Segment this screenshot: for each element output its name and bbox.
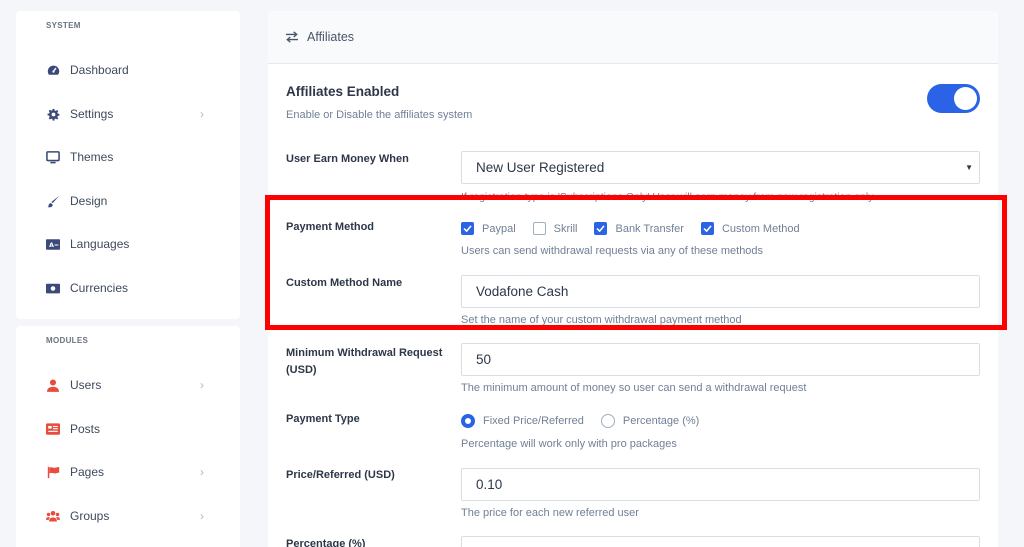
payment-type-options: Fixed Price/Referred Percentage (%) [461, 414, 699, 428]
affiliates-settings-card: Affiliates Affiliates Enabled Enable or … [268, 11, 998, 547]
svg-text:=: = [54, 242, 59, 249]
page-title: Affiliates [307, 30, 355, 44]
payment-option-paypal[interactable]: Paypal [461, 222, 516, 235]
checkbox-checked[interactable] [700, 222, 714, 235]
payment-method-options: Paypal Skrill Bank Transfer Custom Metho… [461, 222, 800, 235]
custom-method-name-help: Set the name of your custom withdrawal p… [461, 314, 742, 326]
input-value: 0.10 [476, 477, 503, 492]
sidebar-item-themes[interactable]: Themes [16, 142, 240, 172]
affiliates-enabled-title: Affiliates Enabled [286, 84, 400, 99]
option-label: Paypal [482, 222, 516, 235]
card-header: Affiliates [268, 11, 998, 64]
system-section-title: SYSTEM [46, 21, 81, 30]
percentage-input[interactable] [461, 536, 980, 547]
percentage-label: Percentage (%) [286, 538, 366, 547]
option-label: Percentage (%) [622, 415, 700, 427]
affiliates-enabled-help: Enable or Disable the affiliates system [286, 109, 473, 121]
chevron-right-icon: › [200, 509, 204, 523]
price-referred-help: The price for each new referred user [461, 507, 639, 519]
dashboard-icon [46, 63, 60, 77]
price-referred-label: Price/Referred (USD) [286, 469, 395, 481]
payment-type-fixed[interactable]: Fixed Price/Referred [461, 414, 584, 428]
brush-icon [46, 194, 60, 208]
checkbox-checked[interactable] [461, 222, 474, 235]
toggle-knob [954, 87, 977, 110]
min-withdrawal-help: The minimum amount of money so user can … [461, 382, 807, 394]
sidebar-item-label: Groups [70, 509, 110, 523]
sidebar-item-label: Users [70, 378, 102, 392]
exchange-icon [285, 30, 299, 44]
sidebar-item-settings[interactable]: Settings › [16, 99, 240, 129]
sidebar-item-label: Settings [70, 107, 114, 121]
sidebar-item-label: Dashboard [70, 63, 129, 77]
input-value: 50 [476, 352, 492, 367]
sidebar-modules-card: MODULES Users › Posts Pages › Groups › [16, 326, 240, 547]
flag-icon [46, 465, 60, 479]
posts-icon [46, 422, 60, 436]
payment-method-help: Users can send withdrawal requests via a… [461, 245, 764, 257]
gear-icon [46, 107, 60, 121]
chevron-right-icon: › [200, 107, 204, 121]
checkbox-checked[interactable] [594, 222, 608, 235]
option-label: Skrill [553, 222, 578, 235]
sidebar-item-posts[interactable]: Posts [16, 414, 240, 444]
language-icon: A = [46, 237, 60, 251]
chevron-right-icon: › [200, 465, 204, 479]
users-icon [46, 509, 60, 523]
user-icon [46, 378, 60, 392]
sidebar-item-dashboard[interactable]: Dashboard [16, 55, 240, 85]
option-label: Custom Method [721, 222, 800, 235]
radio-unselected[interactable] [600, 414, 615, 428]
sidebar-item-pages[interactable]: Pages › [16, 457, 240, 487]
money-icon [46, 281, 60, 295]
sidebar-item-currencies[interactable]: Currencies [16, 273, 240, 303]
min-withdrawal-input[interactable]: 50 [461, 343, 980, 376]
sidebar-item-label: Design [70, 194, 108, 208]
sidebar-item-groups[interactable]: Groups › [16, 501, 240, 531]
min-withdrawal-label-line2: (USD) [286, 364, 317, 376]
earn-money-selected-value: New User Registered [476, 160, 605, 175]
sidebar-item-label: Pages [70, 465, 105, 479]
affiliates-enabled-toggle[interactable] [927, 84, 980, 113]
input-value: Vodafone Cash [476, 284, 569, 299]
payment-option-custom-method[interactable]: Custom Method [700, 222, 800, 235]
custom-method-name-input[interactable]: Vodafone Cash [461, 275, 980, 308]
sidebar-item-label: Posts [70, 422, 101, 436]
sidebar-item-design[interactable]: Design [16, 186, 240, 216]
modules-section-title: MODULES [46, 336, 89, 345]
payment-type-help: Percentage will work only with pro packa… [461, 438, 677, 450]
sidebar-item-label: Languages [70, 237, 130, 251]
price-referred-input[interactable]: 0.10 [461, 468, 980, 501]
earn-money-select[interactable]: New User Registered ▼ [461, 151, 980, 184]
payment-type-label: Payment Type [286, 413, 360, 425]
chevron-right-icon: › [200, 378, 204, 392]
radio-selected[interactable] [461, 414, 475, 428]
sidebar-system-card: SYSTEM Dashboard Settings › Themes Desig… [16, 11, 240, 319]
checkbox-unchecked[interactable] [532, 222, 546, 235]
option-label: Fixed Price/Referred [483, 415, 584, 427]
min-withdrawal-label: Minimum Withdrawal Request (USD) [286, 345, 442, 379]
caret-down-icon: ▼ [965, 163, 973, 172]
custom-method-name-label: Custom Method Name [286, 277, 403, 289]
sidebar-item-users[interactable]: Users › [16, 370, 240, 400]
payment-option-bank-transfer[interactable]: Bank Transfer [594, 222, 684, 235]
min-withdrawal-label-line1: Minimum Withdrawal Request [286, 347, 443, 359]
sidebar-item-languages[interactable]: A = Languages [16, 229, 240, 259]
payment-type-percentage[interactable]: Percentage (%) [600, 414, 700, 428]
sidebar-item-label: Currencies [70, 281, 129, 295]
earn-money-label: User Earn Money When [286, 153, 409, 165]
earn-money-help: If registration type is 'Subscriptions O… [461, 191, 874, 203]
sidebar-item-label: Themes [70, 150, 114, 164]
monitor-icon [46, 150, 60, 164]
payment-method-label: Payment Method [286, 221, 375, 233]
payment-option-skrill[interactable]: Skrill [532, 222, 578, 235]
option-label: Bank Transfer [615, 222, 684, 235]
